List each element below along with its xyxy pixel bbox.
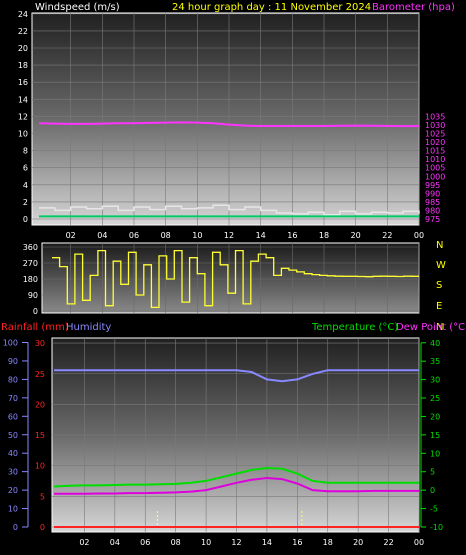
compass-labels: NWSEN xyxy=(436,240,446,333)
y-right-tick-label: 1000 xyxy=(425,172,445,181)
x-tick-label: 00 xyxy=(414,231,424,240)
x-tick-label: 04 xyxy=(97,231,107,240)
y-right-tick-label: 1015 xyxy=(425,147,445,156)
y-tick-label: 18 xyxy=(18,61,28,70)
humidity-tick-label: 10 xyxy=(8,505,18,514)
compass-label: N xyxy=(436,240,443,251)
y-right-tick-label: 985 xyxy=(425,198,440,207)
direction-tick-label: 90 xyxy=(28,291,38,300)
y-tick-label: 22 xyxy=(18,27,28,36)
x-tick-label: 04 xyxy=(110,538,120,547)
x-tick-label: 12 xyxy=(224,231,234,240)
compass-label: S xyxy=(436,280,442,291)
y-right-tick-label: 975 xyxy=(425,215,440,224)
y-tick-label: 16 xyxy=(18,78,28,87)
x-tick-label: 16 xyxy=(287,231,297,240)
y-right-tick-label: 990 xyxy=(425,189,440,198)
y-right-tick-label: 1035 xyxy=(425,112,445,121)
rain-tick-label: 30 xyxy=(35,339,45,348)
windspeed-axis-title: Windspeed (m/s) xyxy=(35,2,120,13)
temp-tick-label: 0 xyxy=(430,486,435,495)
direction-tick-label: 270 xyxy=(23,259,38,268)
x-tick-label: 18 xyxy=(319,231,329,240)
x-tick-label: 22 xyxy=(383,538,393,547)
rain-tick-label: 15 xyxy=(35,431,45,440)
x-tick-label: 06 xyxy=(140,538,150,547)
humidity-tick-label: 0 xyxy=(13,523,18,532)
dewpoint-axis-title: Dew Point (°C) xyxy=(396,322,466,333)
x-tick-label: 18 xyxy=(323,538,333,547)
y-tick-label: 24 xyxy=(18,10,28,19)
y-right-tick-label: 980 xyxy=(425,206,440,215)
rain-tick-label: 10 xyxy=(35,462,45,471)
direction-tick-label: 180 xyxy=(23,275,38,284)
rain-tick-label: 20 xyxy=(35,400,45,409)
rainfall-axis-title: Rainfall (mm) xyxy=(1,322,69,333)
temperature-axis-title: Temperature (°C) xyxy=(311,322,398,333)
temp-tick-label: 5 xyxy=(430,468,435,477)
temp-tick-label: -10 xyxy=(430,523,443,532)
y-right-tick-label: 995 xyxy=(425,181,440,190)
x-tick-label: 02 xyxy=(66,231,76,240)
x-tick-label: 02 xyxy=(79,538,89,547)
wind-panel xyxy=(31,12,420,226)
x-tick-label: 14 xyxy=(262,538,272,547)
x-tick-label: 20 xyxy=(351,231,361,240)
rain-tick-label: 25 xyxy=(35,370,45,379)
humidity-axis-title: Humidity xyxy=(66,322,111,333)
humidity-tick-label: 20 xyxy=(8,486,18,495)
humidity-tick-label: 40 xyxy=(8,449,18,458)
x-tick-label: 06 xyxy=(129,231,139,240)
direction-tick-label: 360 xyxy=(23,243,38,252)
weather-chart: Windspeed (m/s) 24 hour graph day : 11 N… xyxy=(1,2,466,547)
humidity-tick-label: 100 xyxy=(3,339,18,348)
rain-tick-label: 5 xyxy=(40,492,45,501)
y-tick-label: 10 xyxy=(18,130,28,139)
y-tick-label: 0 xyxy=(23,215,28,224)
temp-tick-label: 15 xyxy=(430,431,440,440)
humidity-tick-label: 70 xyxy=(8,394,18,403)
humidity-tick-label: 80 xyxy=(8,375,18,384)
y-right-tick-label: 1010 xyxy=(425,155,445,164)
x-tick-label: 12 xyxy=(231,538,241,547)
humidity-tick-label: 30 xyxy=(8,468,18,477)
y-tick-label: 6 xyxy=(23,164,28,173)
temp-tick-label: 25 xyxy=(430,394,440,403)
temp-tick-label: 10 xyxy=(430,449,440,458)
direction-tick-label: 0 xyxy=(33,307,38,316)
y-tick-label: 20 xyxy=(18,44,28,53)
temp-tick-label: 30 xyxy=(430,376,440,385)
y-tick-label: 12 xyxy=(18,112,28,121)
temp-tick-label: 35 xyxy=(430,357,440,366)
y-tick-label: 4 xyxy=(23,181,28,190)
humidity-tick-label: 60 xyxy=(8,412,18,421)
x-tick-label: 00 xyxy=(414,538,424,547)
x-tick-label: 08 xyxy=(171,538,181,547)
x-tick-label: 20 xyxy=(353,538,363,547)
y-right-tick-label: 1030 xyxy=(425,121,445,130)
rain-tick-label: 0 xyxy=(40,523,45,532)
temp-tick-label: 40 xyxy=(430,339,440,348)
x-tick-label: 10 xyxy=(201,538,211,547)
y-right-tick-label: 1020 xyxy=(425,138,445,147)
temp-tick-label: -5 xyxy=(430,505,438,514)
x-tick-label: 22 xyxy=(382,231,392,240)
compass-label: E xyxy=(436,301,442,312)
humidity-tick-label: 50 xyxy=(8,431,18,440)
x-tick-label: 10 xyxy=(192,231,202,240)
y-tick-label: 8 xyxy=(23,147,28,156)
temp-tick-label: 20 xyxy=(430,412,440,421)
barometer-axis-title: Barometer (hpa) xyxy=(372,2,455,13)
y-right-tick-label: 1005 xyxy=(425,164,445,173)
humidity-tick-label: 90 xyxy=(8,357,18,366)
compass-label: W xyxy=(436,260,446,271)
y-tick-label: 14 xyxy=(18,95,28,104)
y-tick-label: 2 xyxy=(23,198,28,207)
y-right-tick-label: 1025 xyxy=(425,130,445,139)
x-tick-label: 08 xyxy=(161,231,171,240)
x-tick-label: 14 xyxy=(256,231,266,240)
chart-title: 24 hour graph day : 11 November 2024 xyxy=(172,2,371,13)
x-tick-label: 16 xyxy=(292,538,302,547)
